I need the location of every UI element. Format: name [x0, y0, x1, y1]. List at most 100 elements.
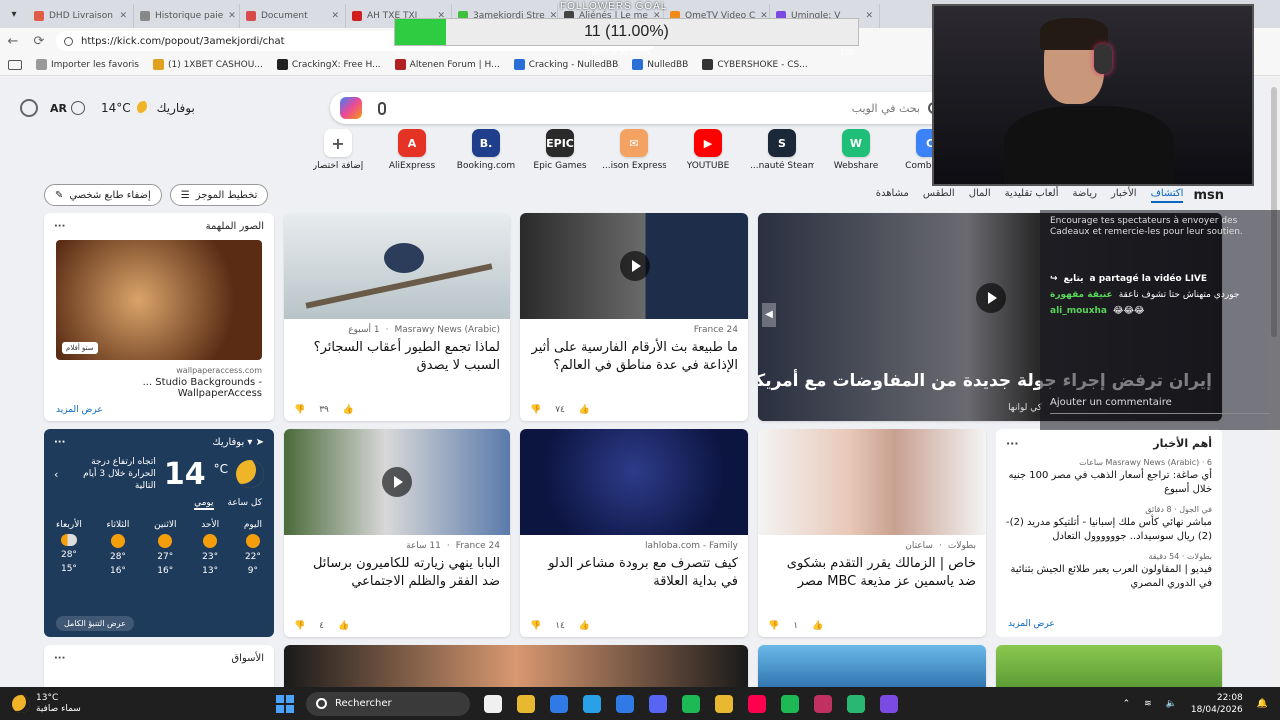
headline[interactable]: ما طبيعة بث الأرقام الفارسية على أثير ال… — [520, 335, 748, 375]
headline[interactable]: كيف تتصرف مع برودة مشاعر الدلو في بداية … — [520, 551, 748, 591]
taskbar-app-icon[interactable] — [583, 694, 601, 713]
news-card-zodiac[interactable]: lahloba.com - Family كيف تتصرف مع برودة … — [520, 429, 748, 637]
more-options-icon[interactable]: ··· — [54, 653, 65, 664]
tab-hourly[interactable]: كل ساعة — [228, 498, 262, 510]
tab-close-icon[interactable]: ✕ — [331, 11, 339, 21]
weather-mini[interactable]: 14°C بوفاريك — [101, 101, 195, 115]
reading-list-icon[interactable] — [8, 59, 22, 70]
tab-close-icon[interactable]: ✕ — [865, 11, 873, 21]
browser-tab[interactable]: Historique paie ✕ — [134, 4, 240, 28]
clock[interactable]: 22:08 18/04/2026 — [1191, 692, 1243, 716]
top-news-item[interactable]: بطولات · 54 دقيقة فيديو | المقاولون العرب… — [1006, 552, 1212, 591]
comment-input[interactable]: Ajouter un commentaire — [1050, 392, 1270, 414]
taskbar-app-icon[interactable] — [847, 694, 865, 713]
headline[interactable]: لماذا تجمع الطيور أعقاب السجائر؟ السبب ل… — [284, 335, 510, 375]
browser-tab[interactable]: Document ✕ — [240, 4, 346, 28]
taskbar-app-icon[interactable] — [550, 694, 568, 713]
settings-gear-icon[interactable] — [20, 99, 38, 117]
thumbs-down-icon[interactable] — [530, 405, 541, 415]
feed-tab[interactable]: اكتشاف — [1150, 188, 1184, 203]
taskbar-weather[interactable]: 13°C سماء صافية — [0, 693, 220, 715]
prev-arrow-icon[interactable]: ‹ — [54, 468, 58, 481]
web-search-box[interactable]: بحث في الويب — [330, 92, 950, 124]
reload-button[interactable]: ⟳ — [26, 34, 52, 49]
quick-link[interactable]: ▶ YOUTUBE — [680, 129, 736, 171]
microphone-icon[interactable] — [378, 101, 386, 115]
back-button[interactable]: ← — [0, 34, 26, 49]
quick-link[interactable]: B. Booking.com — [457, 129, 515, 171]
bottom-card-hands[interactable] — [284, 645, 748, 687]
more-options-icon[interactable]: ··· — [54, 221, 65, 232]
weather-city[interactable]: بوفاريك ▾ ➤ — [212, 437, 264, 448]
play-icon[interactable] — [620, 251, 650, 281]
quick-link[interactable]: S ...nauté Steam — [750, 129, 814, 171]
inspiration-card[interactable]: الصور الملهمة ··· ستو أفلام wallpaperacc… — [44, 213, 274, 421]
globe-icon[interactable] — [70, 101, 85, 115]
taskbar-app-icon[interactable] — [748, 694, 766, 713]
windows-start-icon[interactable] — [276, 694, 294, 713]
news-card-pope[interactable]: France 24 · 11 ساعة البابا ينهي زيارته لل… — [284, 429, 510, 637]
feed-tab[interactable]: مشاهدة — [876, 188, 909, 203]
layout-button[interactable]: ☰ تخطيط الموجز — [169, 184, 269, 206]
bottom-card-green[interactable] — [996, 645, 1222, 687]
copilot-icon[interactable] — [340, 97, 362, 119]
markets-card[interactable]: الأسواق ··· — [44, 645, 274, 687]
more-options-icon[interactable]: ··· — [54, 437, 65, 448]
headline[interactable]: البابا ينهي زيارته للكاميرون برسائل ضد ا… — [284, 551, 510, 591]
personalize-button[interactable]: ✎ إضفاء طابع شخصي — [44, 184, 162, 206]
quick-link[interactable]: EPIC Epic Games — [532, 129, 588, 171]
headline[interactable]: خاص | الزمالك يقرر التقدم بشكوى ضد ياسمي… — [758, 551, 986, 591]
more-options-icon[interactable]: ··· — [1006, 437, 1019, 450]
bookmark-item[interactable]: NulledBB — [632, 59, 688, 70]
news-card-zamalek[interactable]: بطولات · ساعتان خاص | الزمالك يقرر التقدم… — [758, 429, 986, 637]
feed-tab[interactable]: رياضة — [1072, 188, 1097, 203]
top-news-item[interactable]: Masrawy News (Arabic) · 6 ساعات أي صاغة: … — [1006, 458, 1212, 497]
taskbar-app-icon[interactable] — [880, 694, 898, 713]
language-label[interactable]: AR — [50, 102, 67, 115]
inspiration-see-more[interactable]: عرض المزيد — [56, 405, 103, 415]
tab-daily[interactable]: يومي — [194, 498, 214, 510]
bookmark-item[interactable]: (1) 1XBET CASHOU... — [152, 59, 263, 70]
top-news-item[interactable]: في الجول · 8 دقائق مباشر نهائي كأس ملك إس… — [1006, 505, 1212, 544]
volume-icon[interactable]: 🔈 — [1166, 699, 1177, 709]
play-icon[interactable] — [382, 467, 412, 497]
feed-tab[interactable]: ألعاب تقليدية — [1005, 188, 1059, 203]
thumbs-up-icon[interactable] — [338, 621, 349, 631]
chat-username[interactable]: عنيقة مقهورة — [1050, 290, 1113, 300]
thumbs-down-icon[interactable] — [530, 621, 541, 631]
taskbar-app-icon[interactable] — [781, 694, 799, 713]
thumbs-up-icon[interactable] — [579, 405, 590, 415]
chat-username[interactable]: ali_mouxha — [1050, 306, 1107, 316]
carousel-prev-icon[interactable]: ◀ — [762, 303, 776, 327]
site-info-icon[interactable] — [64, 36, 73, 46]
quick-link[interactable]: W Webshare — [828, 129, 884, 171]
weather-card[interactable]: ··· بوفاريك ▾ ➤ ‹ اتجاه ارتفاع درجة الحر… — [44, 429, 274, 637]
taskbar-app-icon[interactable] — [484, 694, 502, 713]
thumbs-up-icon[interactable] — [579, 621, 590, 631]
top-news-see-more[interactable]: عرض المزيد — [1008, 619, 1055, 629]
tab-close-icon[interactable]: ✕ — [119, 11, 127, 21]
thumbs-down-icon[interactable] — [294, 621, 305, 631]
bookmark-item[interactable]: Importer les favoris — [36, 59, 139, 70]
feed-tab[interactable]: الأخبار — [1111, 188, 1137, 203]
news-card-numbers[interactable]: France 24 ما طبيعة بث الأرقام الفارسية ع… — [520, 213, 748, 421]
quick-link[interactable]: A AliExpress — [384, 129, 440, 171]
notification-bell-icon[interactable]: 🔔 — [1257, 699, 1268, 709]
wifi-icon[interactable]: ≋ — [1144, 699, 1152, 709]
feed-tab[interactable]: المال — [969, 188, 991, 203]
taskbar-app-icon[interactable] — [682, 694, 700, 713]
bottom-card-medical[interactable] — [758, 645, 986, 687]
browser-tab[interactable]: DHD Livraison ✕ — [28, 4, 134, 28]
bookmark-item[interactable]: Altenen Forum | H... — [394, 59, 500, 70]
news-card-swallows[interactable]: Masrawy News (Arabic) · 1 أسبوع لماذا تجم… — [284, 213, 510, 421]
msn-logo[interactable]: msn — [1193, 188, 1224, 203]
taskbar-app-icon[interactable] — [814, 694, 832, 713]
tab-actions-menu[interactable]: ▾ — [0, 0, 28, 28]
taskbar-app-icon[interactable] — [517, 694, 535, 713]
taskbar-search[interactable]: Rechercher — [306, 691, 470, 716]
thumbs-up-icon[interactable] — [343, 405, 354, 415]
thumbs-down-icon[interactable] — [294, 405, 305, 415]
quick-link[interactable]: + إضافة اختصار — [310, 129, 366, 171]
bookmark-item[interactable]: CYBERSHOKE - CS... — [702, 59, 808, 70]
chevron-up-icon[interactable]: ⌃ — [1123, 699, 1131, 709]
